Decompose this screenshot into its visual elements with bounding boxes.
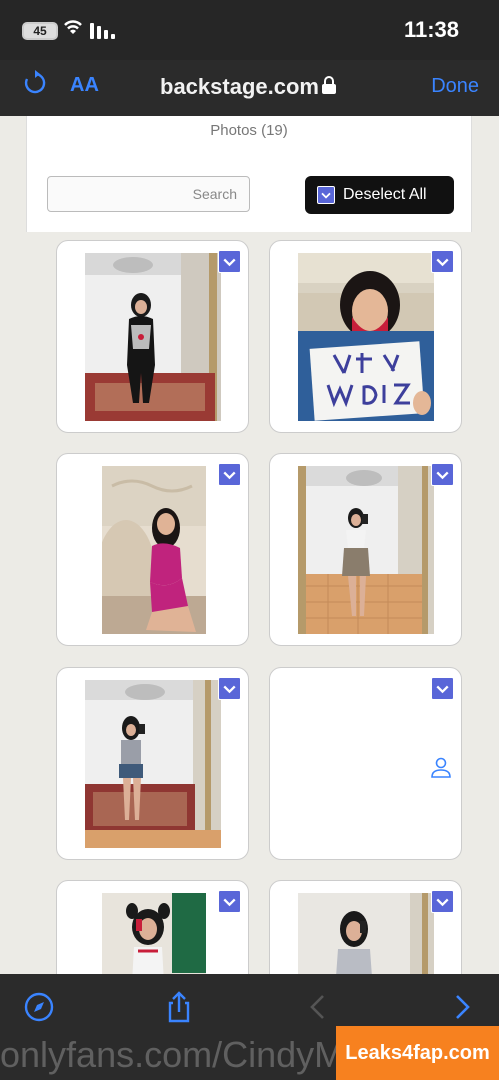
photo-card[interactable]	[56, 453, 249, 646]
photo-card[interactable]	[56, 667, 249, 860]
photo-card[interactable]	[56, 880, 249, 974]
photo-selected-checkbox[interactable]	[431, 890, 454, 913]
photo-card[interactable]	[269, 453, 462, 646]
photo-selected-checkbox[interactable]	[218, 250, 241, 273]
photo-card[interactable]	[269, 240, 462, 433]
photos-panel: Photos (19) Deselect All Search	[26, 116, 472, 232]
person-placeholder-icon	[430, 756, 452, 778]
lock-icon	[322, 76, 336, 94]
photo-thumbnail	[85, 253, 221, 421]
search-input[interactable]: Search	[47, 176, 250, 212]
text-size-button[interactable]: AA	[70, 74, 99, 97]
deselect-all-label: Deselect All	[343, 186, 427, 203]
photo-thumbnail	[298, 893, 434, 974]
brand-badge: Leaks4fap.com	[336, 1026, 499, 1080]
cellular-signal-icon	[90, 23, 115, 39]
search-placeholder: Search	[192, 186, 237, 202]
battery-indicator: 45	[22, 22, 58, 40]
browser-nav-bar: AA backstage.com Done	[0, 60, 499, 116]
checkbox-icon	[317, 186, 335, 204]
status-time: 11:38	[403, 17, 459, 42]
chevron-right-icon[interactable]	[444, 990, 478, 1024]
url-field[interactable]: backstage.com	[160, 74, 319, 100]
photo-card[interactable]	[269, 667, 462, 860]
photo-thumbnail	[102, 466, 206, 634]
photo-selected-checkbox[interactable]	[431, 677, 454, 700]
photo-card[interactable]	[56, 240, 249, 433]
photo-selected-checkbox[interactable]	[218, 463, 241, 486]
share-icon[interactable]	[162, 990, 196, 1024]
deselect-all-button[interactable]: Deselect All	[305, 176, 454, 214]
done-button[interactable]: Done	[431, 75, 479, 98]
photo-selected-checkbox[interactable]	[218, 890, 241, 913]
photos-count: Photos (19)	[210, 122, 288, 139]
photo-thumbnail	[298, 466, 434, 634]
wifi-icon	[62, 18, 84, 42]
photo-selected-checkbox[interactable]	[431, 250, 454, 273]
chevron-left-icon[interactable]	[302, 990, 336, 1024]
photo-thumbnail	[298, 253, 434, 421]
photo-thumbnail	[102, 893, 206, 974]
reload-icon[interactable]	[22, 70, 48, 103]
compass-icon[interactable]	[22, 990, 56, 1024]
photo-thumbnail	[85, 680, 221, 848]
status-bar: 45 11:38	[0, 0, 499, 60]
web-content: Photos (19) Deselect All Search	[0, 116, 499, 974]
photo-selected-checkbox[interactable]	[431, 463, 454, 486]
photo-selected-checkbox[interactable]	[218, 677, 241, 700]
photo-card[interactable]	[269, 880, 462, 974]
